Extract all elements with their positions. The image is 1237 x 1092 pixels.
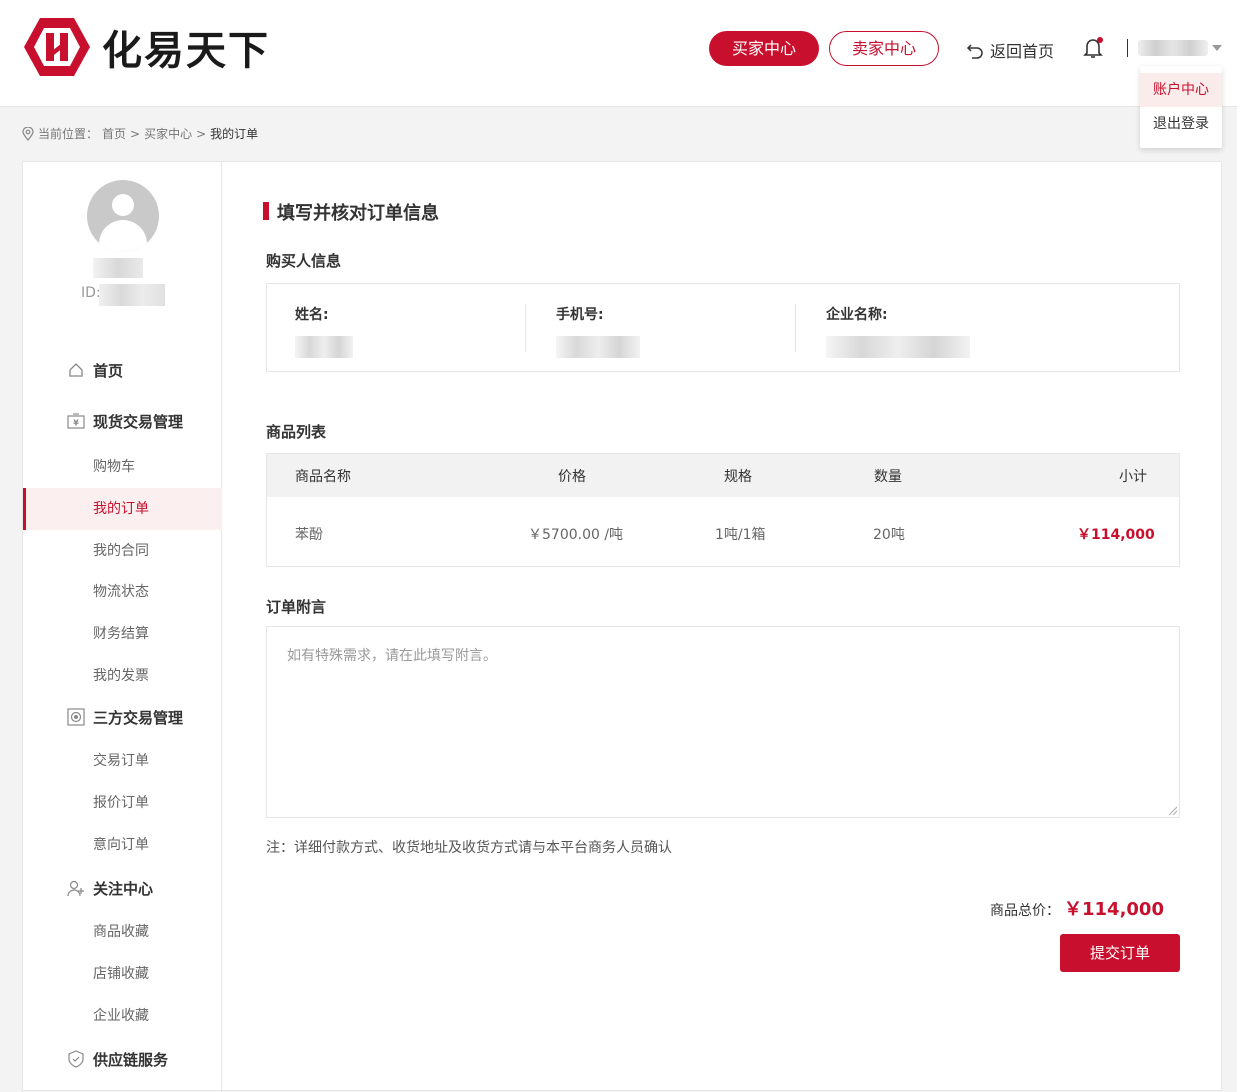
avatar[interactable]	[87, 180, 159, 252]
remark-heading: 订单附言	[266, 598, 327, 616]
quantity-cell: 20吨	[873, 527, 905, 543]
column-divider	[795, 304, 796, 352]
sidebar-item-company-favorites[interactable]: 企业收藏	[23, 995, 222, 1037]
breadcrumb-separator: >	[196, 126, 207, 141]
total-label: 商品总价：	[990, 903, 1060, 919]
breadcrumb: 当前位置： 首页 > 买家中心 > 我的订单	[22, 125, 258, 142]
sidebar-group-label: 关注中心	[93, 879, 154, 898]
sidebar-item-invoices[interactable]: 我的发票	[23, 655, 222, 697]
goods-list-heading: 商品列表	[266, 423, 327, 441]
undo-arrow-icon	[966, 44, 983, 59]
column-header: 商品名称	[295, 469, 351, 485]
user-dropdown-menu: 账户中心 退出登录	[1140, 66, 1222, 148]
buyer-phone-field: 手机号:	[556, 304, 640, 358]
title-accent-bar	[263, 202, 269, 220]
goods-table: 商品名称 价格 规格 数量 小计 苯酚 ￥5700.00 /吨 1吨/1箱 20…	[266, 453, 1180, 567]
sidebar-item-shop-favorites[interactable]: 店铺收藏	[23, 953, 222, 995]
avatar-head-shape	[112, 194, 134, 216]
buyer-name-field: 姓名:	[295, 304, 353, 358]
column-header: 规格	[724, 469, 752, 485]
seller-center-button[interactable]: 卖家中心	[829, 31, 939, 66]
breadcrumb-home[interactable]: 首页	[102, 125, 126, 142]
buyer-phone-label: 手机号:	[556, 307, 604, 323]
buyer-center-button[interactable]: 买家中心	[709, 31, 819, 66]
order-form: 填写并核对订单信息 购买人信息 姓名: 手机号: 企业名称: 商品列表 商品名称…	[223, 162, 1223, 1092]
buyer-info-heading: 购买人信息	[266, 252, 342, 270]
sidebar-group-spot-trade[interactable]: ¥ 现货交易管理	[23, 401, 222, 441]
logo-icon	[24, 18, 90, 76]
username-blurred[interactable]	[1138, 40, 1208, 56]
sidebar-item-home[interactable]: 首页	[23, 350, 222, 390]
column-divider	[525, 304, 526, 352]
logout-item[interactable]: 退出登录	[1140, 107, 1222, 141]
notification-bell[interactable]	[1083, 37, 1105, 59]
back-home-label: 返回首页	[990, 42, 1055, 61]
buyer-company-blurred	[826, 336, 970, 358]
user-plus-icon	[67, 879, 85, 897]
back-home-link[interactable]: 返回首页	[966, 38, 1054, 62]
total-value: ￥114,000	[1064, 899, 1164, 920]
submit-order-button[interactable]: 提交订单	[1060, 934, 1180, 972]
buyer-name-blurred	[295, 336, 353, 358]
breadcrumb-prefix: 当前位置：	[38, 127, 99, 141]
sidebar: ID: 首页 ¥ 现货交易管理 购物车 我的订单 我的合同 物流状态 财务结算 …	[23, 162, 222, 1092]
camera-box-icon	[67, 708, 85, 726]
location-pin-icon	[22, 126, 34, 141]
header-divider	[1127, 39, 1128, 57]
subtotal-cell: ￥114,000	[1077, 527, 1155, 543]
sidebar-group-third-party[interactable]: 三方交易管理	[23, 697, 222, 737]
chevron-down-icon[interactable]	[1212, 45, 1222, 51]
sidebar-item-logistics[interactable]: 物流状态	[23, 571, 222, 613]
buyer-phone-blurred	[556, 336, 640, 358]
username-blurred	[93, 258, 143, 278]
resize-grip-icon[interactable]	[1167, 805, 1177, 815]
home-icon	[67, 361, 85, 379]
buyer-name-label: 姓名:	[295, 307, 329, 323]
yen-box-icon: ¥	[67, 412, 85, 430]
shield-icon	[67, 1050, 85, 1068]
user-id-label: ID:	[81, 285, 101, 301]
svg-text:¥: ¥	[73, 419, 79, 428]
column-header: 数量	[874, 469, 902, 485]
breadcrumb-current: 我的订单	[210, 127, 259, 141]
buyer-company-label: 企业名称:	[826, 307, 888, 323]
order-total: 商品总价： ￥114,000	[990, 895, 1164, 921]
sidebar-group-label: 三方交易管理	[93, 708, 184, 727]
column-header: 小计	[1119, 469, 1147, 485]
top-header: 化易天下 买家中心 卖家中心 返回首页 账户中心 退出登录	[0, 0, 1237, 148]
breadcrumb-separator: >	[130, 126, 141, 141]
spec-cell: 1吨/1箱	[715, 527, 766, 543]
confirmation-note: 注：详细付款方式、收货地址及收货方式请与本平台商务人员确认	[266, 840, 672, 856]
sidebar-group-label: 现货交易管理	[93, 412, 184, 431]
sidebar-item-product-favorites[interactable]: 商品收藏	[23, 911, 222, 953]
main-panel: ID: 首页 ¥ 现货交易管理 购物车 我的订单 我的合同 物流状态 财务结算 …	[22, 161, 1223, 1092]
sidebar-item-settlement[interactable]: 财务结算	[23, 613, 222, 655]
sidebar-group-supply-chain[interactable]: 供应链服务	[23, 1039, 222, 1079]
order-remark-textarea[interactable]	[266, 626, 1180, 818]
notification-dot	[1097, 37, 1103, 43]
site-logo[interactable]: 化易天下	[22, 16, 270, 78]
product-name-cell[interactable]: 苯酚	[295, 524, 323, 544]
sidebar-item-my-contracts[interactable]: 我的合同	[23, 530, 222, 572]
sidebar-item-cart[interactable]: 购物车	[23, 446, 222, 488]
logo-text: 化易天下	[102, 28, 270, 74]
page-title: 填写并核对订单信息	[277, 203, 439, 224]
sidebar-group-follow[interactable]: 关注中心	[23, 868, 222, 908]
sidebar-item-quote-orders[interactable]: 报价订单	[23, 782, 222, 824]
buyer-info-box: 姓名: 手机号: 企业名称:	[266, 283, 1180, 372]
table-header	[267, 454, 1179, 497]
sidebar-item-my-orders[interactable]: 我的订单	[23, 488, 222, 530]
breadcrumb-buyer-center[interactable]: 买家中心	[144, 125, 192, 142]
sidebar-item-trade-orders[interactable]: 交易订单	[23, 740, 222, 782]
price-cell: ￥5700.00 /吨	[528, 527, 624, 543]
sidebar-home-label: 首页	[93, 361, 124, 380]
sidebar-item-intent-orders[interactable]: 意向订单	[23, 824, 222, 866]
column-header: 价格	[558, 469, 586, 485]
user-id-blurred	[99, 284, 165, 306]
buyer-company-field: 企业名称:	[826, 304, 970, 358]
sidebar-group-label: 供应链服务	[93, 1050, 169, 1069]
account-center-item[interactable]: 账户中心	[1140, 73, 1222, 107]
avatar-body-shape	[99, 220, 147, 252]
